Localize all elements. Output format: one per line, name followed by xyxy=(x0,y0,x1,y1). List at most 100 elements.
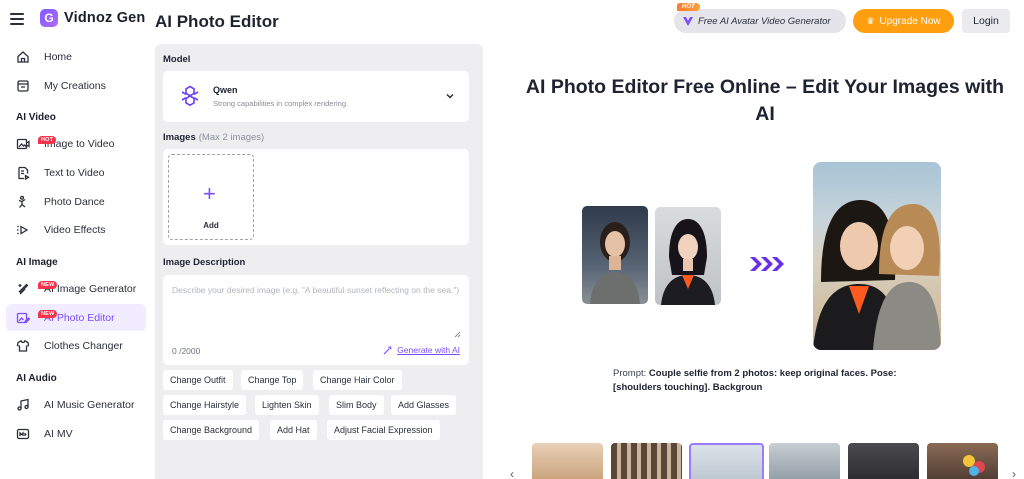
chevron-down-icon xyxy=(446,93,454,99)
carousel-prev-arrow[interactable]: ‹ xyxy=(510,467,514,479)
example-thumbnail[interactable] xyxy=(532,443,603,479)
hot-tag: HOT xyxy=(677,3,700,11)
clothes-icon xyxy=(16,339,30,353)
creations-icon xyxy=(16,79,30,93)
images-hint: (Max 2 images) xyxy=(198,132,265,143)
music-icon xyxy=(16,398,30,412)
model-select[interactable]: Qwen Strong capabilities in complex rend… xyxy=(163,71,469,122)
image-generator-icon: NEW xyxy=(16,280,58,296)
avatar-video-promo-button[interactable]: Free AI Avatar Video Generator xyxy=(674,9,846,33)
triple-chevron-arrow-icon xyxy=(750,257,784,271)
sidebar-item-label: AI MV xyxy=(44,427,73,440)
sidebar-item-photo-dance[interactable]: Photo Dance xyxy=(6,188,146,215)
hero-title: AI Photo Editor Free Online – Edit Your … xyxy=(525,76,1005,126)
section-title-ai-audio: AI Audio xyxy=(16,373,57,384)
sidebar-item-label: AI Image Generator xyxy=(44,282,137,295)
example-thumbnail[interactable] xyxy=(848,443,919,479)
chip-change-background[interactable]: Change Background xyxy=(163,420,260,440)
logo-mark-icon: G xyxy=(40,9,58,27)
magic-wand-icon xyxy=(383,346,392,355)
description-input[interactable] xyxy=(172,284,462,328)
prompt-value: Couple selfie from 2 photos: keep origin… xyxy=(613,368,897,393)
carousel-next-arrow[interactable]: › xyxy=(1012,467,1016,479)
photo-editor-icon: NEW xyxy=(16,309,58,325)
chip-slim-body[interactable]: Slim Body xyxy=(329,395,384,415)
sample-input-photo-1 xyxy=(582,206,648,304)
add-image-button[interactable]: + Add xyxy=(168,154,254,240)
model-description: Strong capabilities in complex rendering… xyxy=(213,99,349,108)
sidebar-item-label: My Creations xyxy=(44,79,106,92)
crown-icon: ♛ xyxy=(866,15,875,26)
sidebar-item-home[interactable]: Home xyxy=(6,43,146,70)
page-title: AI Photo Editor xyxy=(155,12,279,31)
sidebar-item-label: Photo Dance xyxy=(44,195,105,208)
prompt-label: Prompt: xyxy=(613,368,647,379)
model-name: Qwen xyxy=(213,85,238,95)
generate-with-ai-link[interactable]: Generate with AI xyxy=(383,345,460,355)
description-card: 0 /2000 Generate with AI xyxy=(163,275,469,365)
section-title-ai-video: AI Video xyxy=(16,112,56,123)
chip-change-outfit[interactable]: Change Outfit xyxy=(163,370,233,390)
home-icon xyxy=(16,50,30,64)
sample-result-photo xyxy=(813,162,941,350)
prompt-text: Prompt: Couple selfie from 2 photos: kee… xyxy=(613,367,923,395)
chip-change-hairstyle[interactable]: Change Hairstyle xyxy=(163,395,247,415)
character-counter: 0 /2000 xyxy=(172,346,201,356)
hot-badge: HOT xyxy=(38,135,57,144)
sidebar-item-text-to-video[interactable]: Text to Video xyxy=(6,159,146,186)
sidebar-item-image-to-video[interactable]: HOT Image to Video xyxy=(6,130,146,157)
model-label: Model xyxy=(163,54,191,65)
generate-label: Generate with AI xyxy=(397,345,460,355)
sidebar-item-ai-mv[interactable]: AI MV xyxy=(6,420,146,447)
images-label-text: Images xyxy=(163,132,196,143)
new-badge: NEW xyxy=(38,280,58,289)
plus-icon: + xyxy=(203,181,216,206)
sidebar-item-video-effects[interactable]: Video Effects xyxy=(6,216,146,243)
brand-logo[interactable]: G Vidnoz Gen xyxy=(40,9,146,27)
sidebar-item-label: Video Effects xyxy=(44,223,106,236)
section-title-ai-image: AI Image xyxy=(16,257,58,268)
sample-input-photo-2 xyxy=(655,207,721,305)
chip-add-hat[interactable]: Add Hat xyxy=(270,420,317,440)
sidebar-item-label: AI Music Generator xyxy=(44,398,135,411)
resize-grip-icon[interactable] xyxy=(453,330,461,338)
chip-change-top[interactable]: Change Top xyxy=(241,370,304,390)
add-label: Add xyxy=(203,221,219,230)
sidebar-item-clothes-changer[interactable]: Clothes Changer xyxy=(6,332,146,359)
images-upload-area: + Add xyxy=(163,149,469,245)
video-effects-icon xyxy=(16,223,30,237)
qwen-model-icon xyxy=(181,85,199,107)
login-button[interactable]: Login xyxy=(962,9,1010,33)
new-badge: NEW xyxy=(38,309,58,318)
brand-name: Vidnoz Gen xyxy=(64,10,146,26)
example-thumbnail[interactable] xyxy=(769,443,840,479)
promo-label: Free AI Avatar Video Generator xyxy=(698,15,831,27)
example-thumbnail-selected[interactable] xyxy=(689,443,764,479)
example-thumbnail[interactable] xyxy=(927,443,998,479)
sidebar-topbar: G Vidnoz Gen xyxy=(0,0,152,40)
sidebar-item-label: Text to Video xyxy=(44,166,105,179)
sidebar-item-my-creations[interactable]: My Creations xyxy=(6,72,146,99)
example-thumbnail[interactable] xyxy=(611,443,682,479)
image-description-label: Image Description xyxy=(163,257,246,268)
images-label: Images (Max 2 images) xyxy=(163,132,264,143)
editor-panel: Model Qwen Strong capabilities in comple… xyxy=(155,44,483,479)
sidebar-item-label: Clothes Changer xyxy=(44,339,123,352)
text-to-video-icon xyxy=(16,166,30,180)
mv-icon xyxy=(16,427,30,441)
sidebar-item-ai-music-generator[interactable]: AI Music Generator xyxy=(6,391,146,418)
photo-dance-icon xyxy=(16,195,30,209)
sidebar-item-label: Home xyxy=(44,50,73,63)
chip-change-hair-color[interactable]: Change Hair Color xyxy=(313,370,402,390)
chip-lighten-skin[interactable]: Lighten Skin xyxy=(255,395,319,415)
sidebar: G Vidnoz Gen Home My Creations AI Video … xyxy=(0,0,152,479)
chip-add-glasses[interactable]: Add Glasses xyxy=(391,395,457,415)
image-to-video-icon: HOT xyxy=(16,135,57,151)
sidebar-item-ai-photo-editor[interactable]: NEW AI Photo Editor xyxy=(6,304,146,331)
upgrade-button[interactable]: ♛ Upgrade Now xyxy=(853,9,954,33)
sidebar-item-ai-image-generator[interactable]: NEW AI Image Generator xyxy=(6,275,146,302)
vidnoz-promo-icon xyxy=(683,17,693,26)
chip-adjust-facial-expression[interactable]: Adjust Facial Expression xyxy=(327,420,440,440)
hamburger-menu-icon[interactable] xyxy=(10,13,24,25)
upgrade-label: Upgrade Now xyxy=(879,15,941,27)
